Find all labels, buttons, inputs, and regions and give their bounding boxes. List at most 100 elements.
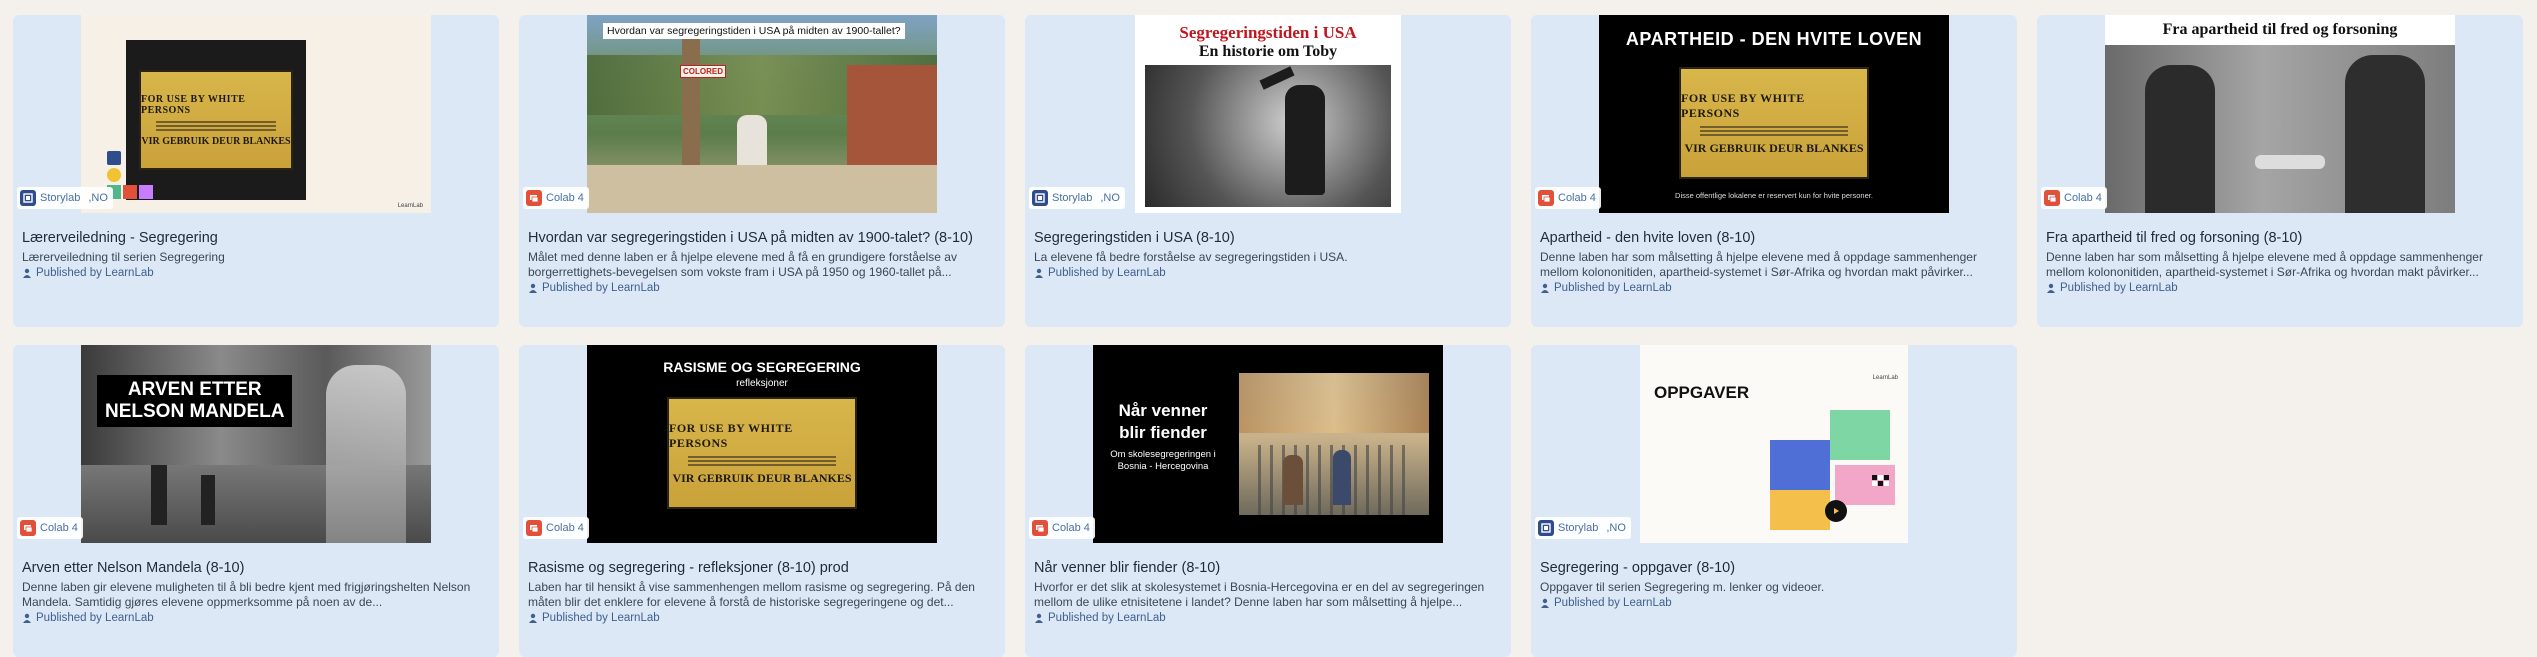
publisher-label: Published by LearnLab — [542, 612, 660, 624]
card-thumbnail[interactable]: ARVEN ETTER NELSON MANDELA — [13, 345, 499, 545]
user-icon — [1035, 613, 1043, 623]
card-title[interactable]: Når venner blir fiender (8-10) — [1034, 559, 1502, 577]
user-icon — [2047, 283, 2055, 293]
thumb-heading-line1: ARVEN ETTER — [127, 379, 262, 400]
thumb-heading-red: Segregeringstiden i USA — [1179, 23, 1357, 42]
lab-card[interactable]: FOR USE BY WHITE PERSONS VIR GEBRUIK DEU… — [13, 15, 499, 327]
card-description: La elevene få bedre forståelse av segreg… — [1034, 250, 1348, 264]
lab-card[interactable]: Fra apartheid til fred og forsoning Cola… — [2037, 15, 2523, 327]
lab-card[interactable]: Når venner blir fiender Om skolesegreger… — [1025, 345, 1511, 657]
card-title[interactable]: Arven etter Nelson Mandela (8-10) — [22, 559, 490, 577]
badge-language: ,NO — [88, 192, 108, 204]
sign-text-top: FOR USE BY WHITE PERSONS — [1681, 90, 1805, 120]
card-thumbnail[interactable]: OPPGAVER LearnLab — [1531, 345, 2017, 545]
user-icon — [529, 283, 537, 293]
sign-text-bottom: VIR GEBRUIK DEUR BLANKES — [672, 470, 852, 485]
lab-card[interactable]: ARVEN ETTER NELSON MANDELA Colab 4 Arven… — [13, 345, 499, 657]
sign-text-top: FOR USE BY WHITE PERSONS — [669, 420, 793, 450]
badge-label: Colab 4 — [40, 522, 78, 534]
lab-card[interactable]: RASISME OG SEGREGERING refleksjoner FOR … — [519, 345, 1005, 657]
thumb-heading-line1: Når venner — [1118, 401, 1208, 420]
tool-badge: Colab 4 — [2041, 187, 2107, 209]
thumb-heading: Fra apartheid til fred og forsoning — [2162, 21, 2398, 38]
badge-label: Storylab — [1052, 192, 1093, 204]
publisher-label: Published by LearnLab — [542, 282, 660, 294]
thumb-caption: Hvordan var segregeringstiden i USA på m… — [603, 23, 905, 39]
publisher-label: Published by LearnLab — [1048, 612, 1166, 624]
colab-icon — [526, 520, 542, 536]
thumb-caption: Disse offentlige lokalene er reservert k… — [1675, 191, 1873, 200]
badge-label: Storylab — [40, 192, 81, 204]
tool-badge: Colab 4 — [17, 517, 83, 539]
storylab-icon — [1538, 520, 1554, 536]
sign-text-bottom: VIR GEBRUIK DEUR BLANKES — [1684, 140, 1864, 155]
lab-card[interactable]: APARTHEID - DEN HVITE LOVEN FOR USE BY W… — [1531, 15, 2017, 327]
user-icon — [529, 613, 537, 623]
card-thumbnail[interactable]: FOR USE BY WHITE PERSONS VIR GEBRUIK DEU… — [13, 15, 499, 215]
card-thumbnail[interactable]: APARTHEID - DEN HVITE LOVEN FOR USE BY W… — [1531, 15, 2017, 215]
badge-label: Storylab — [1558, 522, 1599, 534]
card-title[interactable]: Hvordan var segregeringstiden i USA på m… — [528, 229, 996, 247]
badge-label: Colab 4 — [1052, 522, 1090, 534]
colab-icon — [526, 190, 542, 206]
lab-card[interactable]: OPPGAVER LearnLab Storylab ,NO Segregeri… — [1531, 345, 2017, 657]
thumb-heading: APARTHEID - DEN HVITE LOVEN — [1625, 29, 1923, 49]
card-thumbnail[interactable]: RASISME OG SEGREGERING refleksjoner FOR … — [519, 345, 1005, 545]
checker-icon — [1872, 475, 1889, 486]
publisher-link[interactable]: Published by LearnLab — [1540, 597, 2008, 609]
card-thumbnail[interactable]: Fra apartheid til fred og forsoning — [2037, 15, 2523, 215]
user-icon — [23, 268, 31, 278]
publisher-link[interactable]: Published by LearnLab — [22, 612, 490, 624]
thumb-subheading: Om skolesegregeringen i Bosnia - Hercego… — [1110, 449, 1216, 472]
card-description: Laben har til hensikt å vise sammenhenge… — [528, 580, 975, 609]
card-thumbnail[interactable]: Når venner blir fiender Om skolesegreger… — [1025, 345, 1511, 545]
card-title[interactable]: Apartheid - den hvite loven (8-10) — [1540, 229, 2008, 247]
learnlab-logo: LearnLab — [1872, 375, 1898, 381]
lab-card[interactable]: Segregeringstiden i USA En historie om T… — [1025, 15, 1511, 327]
publisher-label: Published by LearnLab — [1048, 267, 1166, 279]
badge-label: Colab 4 — [546, 192, 584, 204]
publisher-link[interactable]: Published by LearnLab — [1034, 612, 1502, 624]
play-icon — [1825, 500, 1847, 522]
sign-text-bottom: VIR GEBRUIK DEUR BLANKES — [141, 135, 291, 147]
publisher-link[interactable]: Published by LearnLab — [2046, 282, 2514, 294]
publisher-link[interactable]: Published by LearnLab — [528, 282, 996, 294]
publisher-link[interactable]: Published by LearnLab — [22, 267, 490, 279]
tool-badge: Storylab ,NO — [17, 187, 113, 209]
lab-card[interactable]: Hvordan var segregeringstiden i USA på m… — [519, 15, 1005, 327]
card-thumbnail[interactable]: Segregeringstiden i USA En historie om T… — [1025, 15, 1511, 215]
lab-card-grid: FOR USE BY WHITE PERSONS VIR GEBRUIK DEU… — [13, 15, 2523, 657]
card-title[interactable]: Segregering - oppgaver (8-10) — [1540, 559, 2008, 577]
colored-sign: COLORED — [680, 65, 726, 78]
sign-text-top: FOR USE BY WHITE PERSONS — [141, 93, 246, 116]
colab-icon — [1032, 520, 1048, 536]
tool-badge: Colab 4 — [1029, 517, 1095, 539]
badge-language: ,NO — [1606, 522, 1626, 534]
user-icon — [1035, 268, 1043, 278]
colab-icon — [1538, 190, 1554, 206]
card-description: Oppgaver til serien Segregering m. lenke… — [1540, 580, 1825, 594]
card-title[interactable]: Lærerveiledning - Segregering — [22, 229, 490, 247]
card-thumbnail[interactable]: Hvordan var segregeringstiden i USA på m… — [519, 15, 1005, 215]
card-title[interactable]: Rasisme og segregering - refleksjoner (8… — [528, 559, 996, 577]
publisher-link[interactable]: Published by LearnLab — [1034, 267, 1502, 279]
card-title[interactable]: Fra apartheid til fred og forsoning (8-1… — [2046, 229, 2514, 247]
user-icon — [1541, 283, 1549, 293]
tool-badge: Colab 4 — [523, 517, 589, 539]
card-title[interactable]: Segregeringstiden i USA (8-10) — [1034, 229, 1502, 247]
thumb-heading-black: En historie om Toby — [1198, 43, 1338, 60]
card-description: Denne laben har som målsetting å hjelpe … — [2046, 250, 2483, 279]
tool-badge: Colab 4 — [523, 187, 589, 209]
publisher-label: Published by LearnLab — [1554, 597, 1672, 609]
thumb-heading: RASISME OG SEGREGERING — [663, 359, 861, 375]
tool-badge: Storylab ,NO — [1535, 517, 1631, 539]
thumb-heading: OPPGAVER — [1654, 383, 1750, 402]
publisher-link[interactable]: Published by LearnLab — [1540, 282, 2008, 294]
thumb-heading-line2: NELSON MANDELA — [105, 401, 285, 422]
publisher-link[interactable]: Published by LearnLab — [528, 612, 996, 624]
user-icon — [1541, 598, 1549, 608]
card-description: Målet med denne laben er å hjelpe eleven… — [528, 250, 957, 279]
storylab-icon — [1032, 190, 1048, 206]
storylab-tool-icons — [107, 151, 153, 199]
badge-label: Colab 4 — [2064, 192, 2102, 204]
